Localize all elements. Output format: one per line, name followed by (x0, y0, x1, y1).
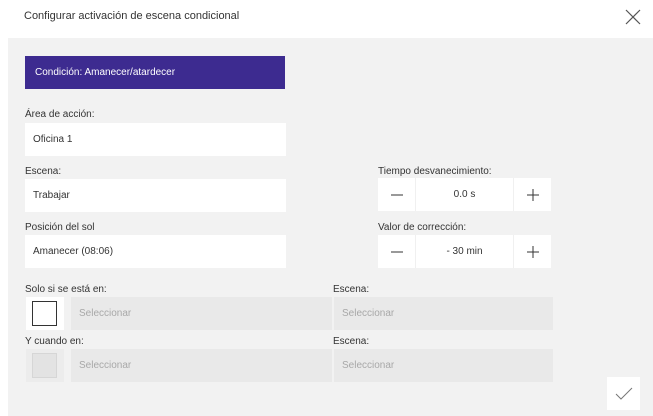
only-if-label: Solo si se está en: (25, 284, 107, 295)
dialog-title: Configurar activación de escena condicio… (24, 10, 240, 22)
area-label: Área de acción: (25, 109, 95, 120)
correction-value: - 30 min (446, 246, 483, 257)
plus-icon (526, 245, 539, 258)
correction-decrease-button[interactable] (378, 235, 416, 268)
scene-label: Escena: (25, 166, 62, 177)
close-icon (625, 9, 641, 25)
fade-time-stepper: 0.0 s (378, 178, 551, 211)
only-if-checkbox[interactable] (26, 297, 64, 330)
condition-button[interactable]: Condición: Amanecer/atardecer (25, 56, 285, 89)
sun-position-field[interactable]: Amanecer (08:06) (25, 235, 286, 268)
correction-stepper: - 30 min (378, 235, 551, 268)
scene-field[interactable]: Trabajar (25, 179, 286, 212)
and-when-select[interactable]: Seleccionar (71, 349, 332, 382)
checkbox-box (32, 353, 57, 378)
and-when-scene-select[interactable]: Seleccionar (334, 349, 553, 382)
confirm-button[interactable] (607, 377, 640, 410)
and-when-label: Y cuando en: (25, 336, 84, 347)
correction-label: Valor de corrección: (378, 222, 467, 233)
minus-icon (390, 251, 403, 252)
fade-time-increase-button[interactable] (513, 178, 551, 211)
area-field[interactable]: Oficina 1 (25, 123, 286, 156)
checkmark-icon (615, 387, 632, 400)
close-button[interactable] (624, 8, 642, 26)
sun-position-label: Posición del sol (25, 222, 95, 233)
only-if-scene-label: Escena: (333, 284, 370, 295)
fade-time-decrease-button[interactable] (378, 178, 416, 211)
correction-increase-button[interactable] (513, 235, 551, 268)
only-if-scene-select[interactable]: Seleccionar (334, 297, 553, 330)
plus-icon (526, 188, 539, 201)
and-when-checkbox[interactable] (26, 349, 64, 382)
fade-time-value: 0.0 s (453, 189, 476, 200)
and-when-scene-label: Escena: (333, 336, 370, 347)
minus-icon (390, 194, 403, 195)
dialog-header: Configurar activación de escena condicio… (0, 0, 653, 38)
checkbox-box (32, 301, 57, 326)
only-if-select[interactable]: Seleccionar (71, 297, 332, 330)
fade-time-label: Tiempo desvanecimiento: (378, 166, 492, 177)
